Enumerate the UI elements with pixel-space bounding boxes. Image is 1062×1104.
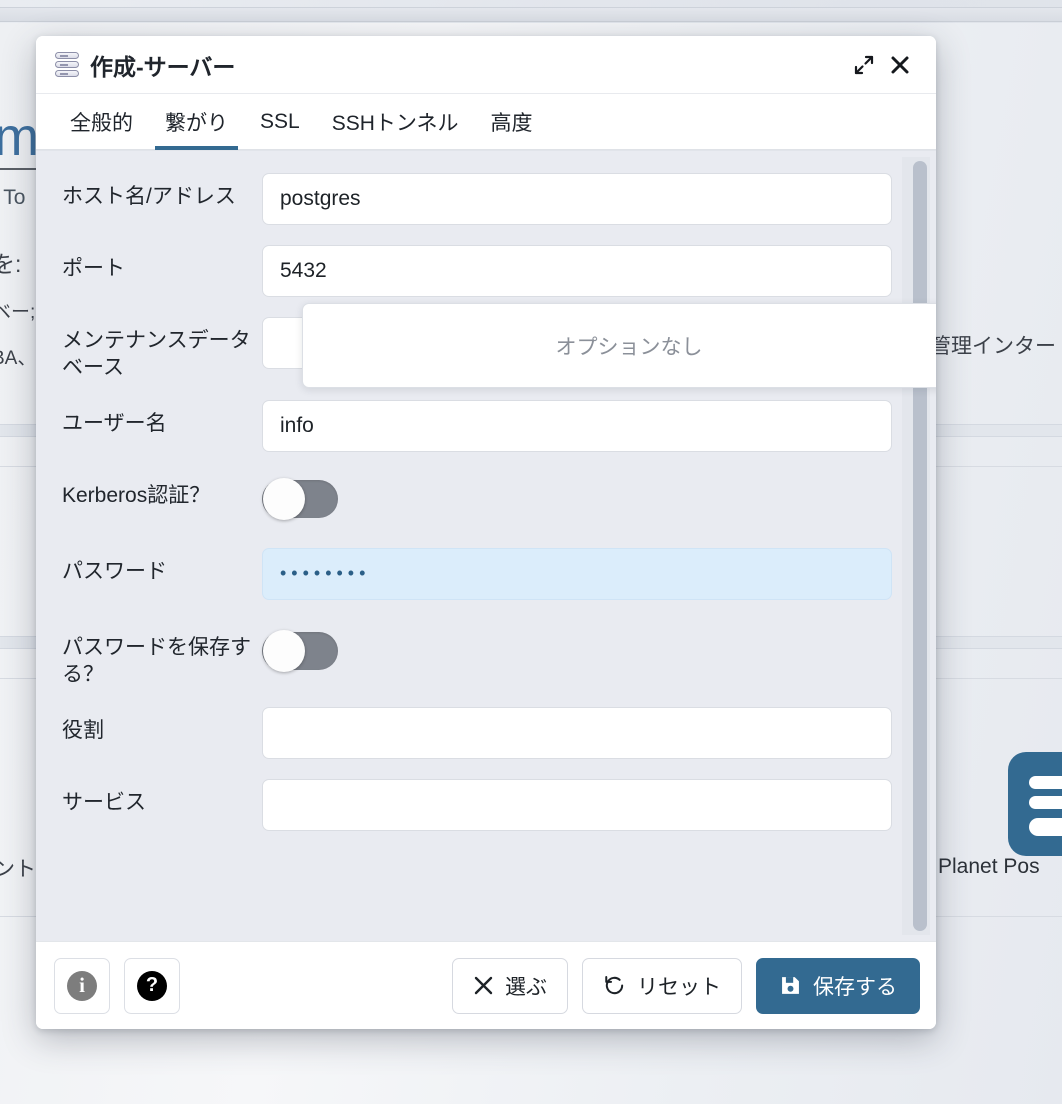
maintenance-db-dropdown[interactable]: オプションなし — [302, 303, 936, 388]
port-input[interactable]: 5432 — [262, 245, 892, 297]
create-server-dialog: 作成-サーバー 全般的 繋がり SSL SSHトンネル 高度 ホスト名/アドレス… — [36, 36, 936, 1029]
dialog-title: 作成-サーバー — [90, 53, 236, 80]
field-row-username: ユーザー名 info — [60, 399, 902, 456]
tab-ssh-tunnel[interactable]: SSHトンネル — [316, 94, 475, 149]
dialog-tabs: 全般的 繋がり SSL SSHトンネル 高度 — [36, 94, 936, 150]
dialog-titlebar: 作成-サーバー — [36, 36, 936, 94]
tab-advanced[interactable]: 高度 — [474, 94, 548, 149]
password-input[interactable]: •••••••• — [262, 547, 892, 600]
field-row-save-password: パスワードを保存する？ — [60, 624, 902, 689]
dialog-body: ホスト名/アドレス postgres ポート 5432 メンテナンスデータベース… — [36, 150, 936, 941]
background-text-line-2: を: — [0, 251, 22, 277]
kerberos-toggle[interactable] — [262, 477, 338, 520]
service-label: サービス — [62, 790, 146, 814]
username-input[interactable]: info — [262, 399, 892, 452]
info-icon: i — [67, 970, 97, 1001]
tab-ssl[interactable]: SSL — [244, 94, 316, 149]
background-text-line-3: ベー; — [0, 302, 36, 323]
planet-postgres-logo-icon — [1008, 752, 1062, 856]
toggle-knob — [263, 477, 305, 520]
password-label: パスワード — [62, 559, 167, 583]
connection-form: ホスト名/アドレス postgres ポート 5432 メンテナンスデータベース… — [36, 151, 936, 869]
cancel-button[interactable]: 選ぶ — [452, 957, 568, 1014]
background-right-text: 管理インター — [930, 335, 1056, 358]
save-disk-icon — [782, 977, 799, 994]
maximize-icon[interactable] — [846, 47, 882, 83]
reset-button[interactable]: リセット — [582, 957, 742, 1014]
question-mark-icon: ? — [137, 970, 167, 1001]
kerberos-label: Kerberos認証？ — [62, 483, 211, 507]
save-button-label: 保存する — [813, 975, 897, 999]
close-icon[interactable] — [882, 47, 918, 83]
background-toolbar — [0, 7, 1062, 22]
field-row-port: ポート 5432 — [60, 245, 902, 301]
service-input[interactable] — [262, 778, 892, 831]
role-label: 役割 — [62, 718, 104, 742]
field-row-password: パスワード •••••••• — [60, 547, 902, 604]
field-row-hostname: ホスト名/アドレス postgres — [60, 173, 902, 229]
cancel-button-label: 選ぶ — [505, 975, 547, 999]
port-label: ポート — [62, 257, 125, 280]
save-password-label: パスワードを保存する？ — [62, 635, 251, 686]
toggle-knob — [263, 629, 305, 672]
dropdown-empty-message: オプションなし — [555, 335, 703, 359]
background-logo-label: Planet Pos — [938, 855, 1040, 878]
field-row-service: サービス — [60, 778, 902, 835]
hostname-label: ホスト名/アドレス — [62, 185, 236, 208]
background-bottom-text: ント — [0, 858, 36, 881]
field-row-kerberos: Kerberos認証？ — [60, 472, 902, 528]
dialog-footer: i ? 選ぶ リセット 保存する — [36, 941, 936, 1029]
save-password-toggle[interactable] — [262, 629, 338, 672]
field-row-role: 役割 — [60, 706, 902, 763]
server-stack-icon — [55, 51, 79, 78]
maintenance-db-label: メンテナンスデータベース — [62, 329, 251, 379]
reset-button-label: リセット — [637, 975, 721, 999]
background-text-line-1: ; To — [0, 186, 26, 209]
username-label: ユーザー名 — [62, 411, 167, 435]
form-scrollbar-thumb[interactable] — [913, 161, 927, 931]
background-heading-fragment: m — [0, 107, 39, 167]
tab-connection[interactable]: 繋がり — [149, 94, 244, 150]
save-button[interactable]: 保存する — [756, 957, 920, 1014]
hostname-input[interactable]: postgres — [262, 173, 892, 225]
info-button[interactable]: i — [54, 957, 110, 1014]
help-button[interactable]: ? — [124, 957, 180, 1014]
background-text-line-4: BA、 — [0, 348, 37, 369]
role-input[interactable] — [262, 706, 892, 759]
tab-general[interactable]: 全般的 — [54, 94, 149, 149]
close-x-icon — [474, 976, 493, 995]
reset-arrow-icon — [605, 976, 624, 995]
